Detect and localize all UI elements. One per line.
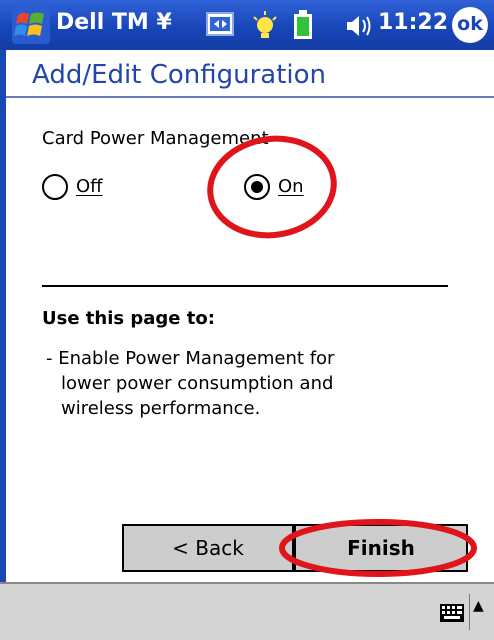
ok-button[interactable]: ok [452, 7, 488, 43]
title-bar: Dell TM ¥ 11:22 ok [0, 0, 494, 50]
divider [42, 285, 448, 287]
radio-selected-dot [251, 181, 263, 193]
finish-button[interactable]: Finish [294, 524, 468, 572]
page-title: Add/Edit Configuration [32, 60, 327, 90]
app-title: Dell TM ¥ [56, 10, 172, 35]
sip-divider [469, 594, 470, 630]
speaker-icon[interactable] [345, 14, 373, 38]
help-line: - Enable Power Management for [46, 348, 335, 369]
radio-on[interactable]: On [244, 172, 344, 204]
window-edge [0, 50, 6, 582]
page-header: Add/Edit Configuration [0, 50, 494, 98]
sync-icon[interactable] [205, 9, 237, 41]
clock[interactable]: 11:22 [378, 10, 448, 35]
radio-off[interactable]: Off [42, 172, 142, 204]
command-bar: ▲ [0, 582, 494, 640]
help-text: - Enable Power Management for lower powe… [46, 346, 406, 421]
sip-arrow-icon[interactable]: ▲ [473, 598, 484, 614]
help-line: wireless performance. [61, 398, 261, 419]
power-management-label: Card Power Management [42, 128, 269, 149]
windows-start-icon[interactable] [12, 6, 50, 44]
radio-on-label[interactable]: On [278, 176, 304, 197]
keyboard-icon[interactable] [440, 604, 464, 622]
battery-icon[interactable] [292, 9, 314, 41]
back-button[interactable]: < Back [122, 524, 294, 572]
radio-off-label[interactable]: Off [76, 176, 103, 197]
help-line: lower power consumption and [61, 373, 334, 394]
notification-icon[interactable] [250, 9, 280, 41]
radio-off-circle[interactable] [42, 174, 68, 200]
radio-on-circle[interactable] [244, 174, 270, 200]
help-heading: Use this page to: [42, 308, 215, 329]
